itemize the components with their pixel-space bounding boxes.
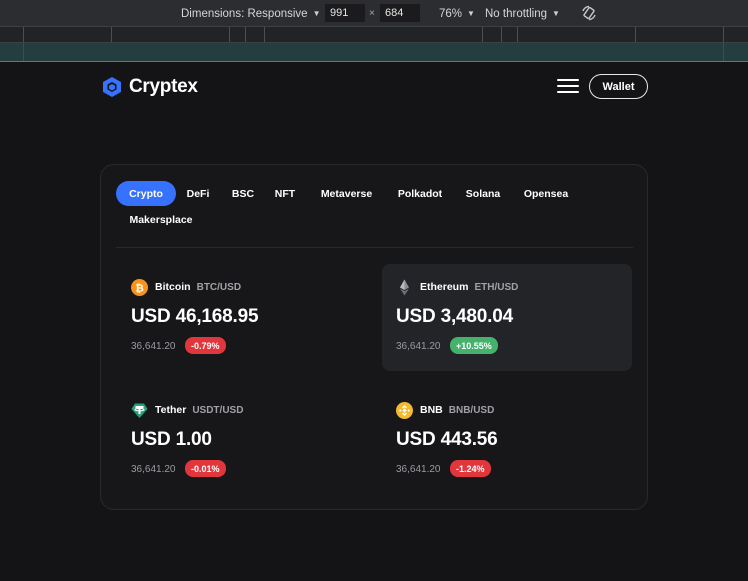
asset-volume: 36,641.20 — [396, 341, 441, 352]
tab-defi[interactable]: DeFi — [179, 181, 217, 206]
asset-card-bnb[interactable]: BNB BNB/USD USD 443.56 36,641.20 -1.24% — [382, 387, 632, 494]
rotate-icon[interactable] — [581, 5, 597, 21]
tab-crypto[interactable]: Crypto — [116, 181, 176, 206]
tab-solana[interactable]: Solana — [459, 181, 507, 206]
wallet-button[interactable]: Wallet — [589, 74, 648, 99]
divider — [116, 247, 633, 248]
zoom-dropdown[interactable]: 76% ▼ — [439, 0, 475, 27]
change-badge: -0.01% — [185, 460, 226, 477]
asset-pair: BNB/USD — [448, 404, 495, 416]
tab-nft[interactable]: NFT — [269, 181, 301, 206]
bnb-icon — [396, 401, 413, 419]
width-input[interactable]: 991 — [325, 4, 365, 22]
asset-name: BNB — [420, 404, 443, 416]
bitcoin-icon: ₿ — [131, 278, 148, 296]
asset-price: USD 46,168.95 — [131, 306, 259, 327]
caret-down-icon: ▼ — [467, 9, 475, 18]
asset-pair: BTC/USD — [196, 281, 242, 293]
tab-metaverse[interactable]: Metaverse — [313, 181, 380, 206]
caret-down-icon: ▼ — [552, 9, 560, 18]
devtools-device-toolbar: Dimensions: Responsive ▼ 991 × 684 76% ▼… — [0, 0, 748, 27]
asset-price: USD 3,480.04 — [396, 306, 513, 327]
change-badge: -1.24% — [450, 460, 491, 477]
hamburger-menu-icon[interactable] — [557, 79, 579, 95]
tab-makersplace[interactable]: Makersplace — [121, 207, 201, 232]
asset-card-tether[interactable]: Tether USDT/USD USD 1.00 36,641.20 -0.01… — [117, 387, 367, 494]
logo[interactable]: Cryptex — [102, 76, 198, 98]
asset-name: Ethereum — [420, 281, 469, 293]
page: Cryptex Wallet Crypto DeFi BSC NFT Metav… — [0, 62, 748, 581]
asset-volume: 36,641.20 — [396, 464, 441, 475]
dimensions-label: Dimensions: Responsive — [181, 7, 308, 20]
asset-card-ethereum[interactable]: Ethereum ETH/USD USD 3,480.04 36,641.20 … — [382, 264, 632, 371]
asset-pair: USDT/USD — [192, 404, 244, 416]
asset-name: Tether — [155, 404, 187, 416]
asset-price: USD 1.00 — [131, 429, 212, 450]
height-input[interactable]: 684 — [380, 4, 420, 22]
tab-opensea[interactable]: Opensea — [517, 181, 575, 206]
asset-volume: 36,641.20 — [131, 464, 176, 475]
asset-pair: ETH/USD — [474, 281, 519, 293]
market-card: Crypto DeFi BSC NFT Metaverse Polkadot S… — [100, 164, 648, 510]
times-separator: × — [369, 8, 375, 19]
brand-name: Cryptex — [129, 76, 198, 97]
ethereum-icon — [400, 279, 409, 295]
asset-volume: 36,641.20 — [131, 341, 176, 352]
tab-polkadot[interactable]: Polkadot — [391, 181, 449, 206]
caret-down-icon: ▼ — [312, 9, 321, 18]
throttling-dropdown[interactable]: No throttling ▼ — [485, 0, 560, 27]
media-query-bar — [0, 27, 748, 43]
tether-icon — [131, 403, 148, 418]
asset-price: USD 443.56 — [396, 429, 498, 450]
cube-logo-icon — [103, 77, 121, 97]
throttling-label: No throttling — [485, 7, 548, 20]
change-badge: -0.79% — [185, 337, 226, 354]
zoom-label: 76% — [439, 7, 463, 20]
svg-text:₿: ₿ — [135, 282, 144, 294]
dimensions-dropdown[interactable]: Dimensions: Responsive ▼ — [181, 0, 320, 27]
asset-name: Bitcoin — [155, 281, 191, 293]
change-badge: +10.55% — [450, 337, 498, 354]
tab-bsc[interactable]: BSC — [226, 181, 260, 206]
media-query-bar-active — [0, 43, 748, 62]
asset-card-bitcoin[interactable]: ₿ Bitcoin BTC/USD USD 46,168.95 36,641.2… — [117, 264, 367, 371]
